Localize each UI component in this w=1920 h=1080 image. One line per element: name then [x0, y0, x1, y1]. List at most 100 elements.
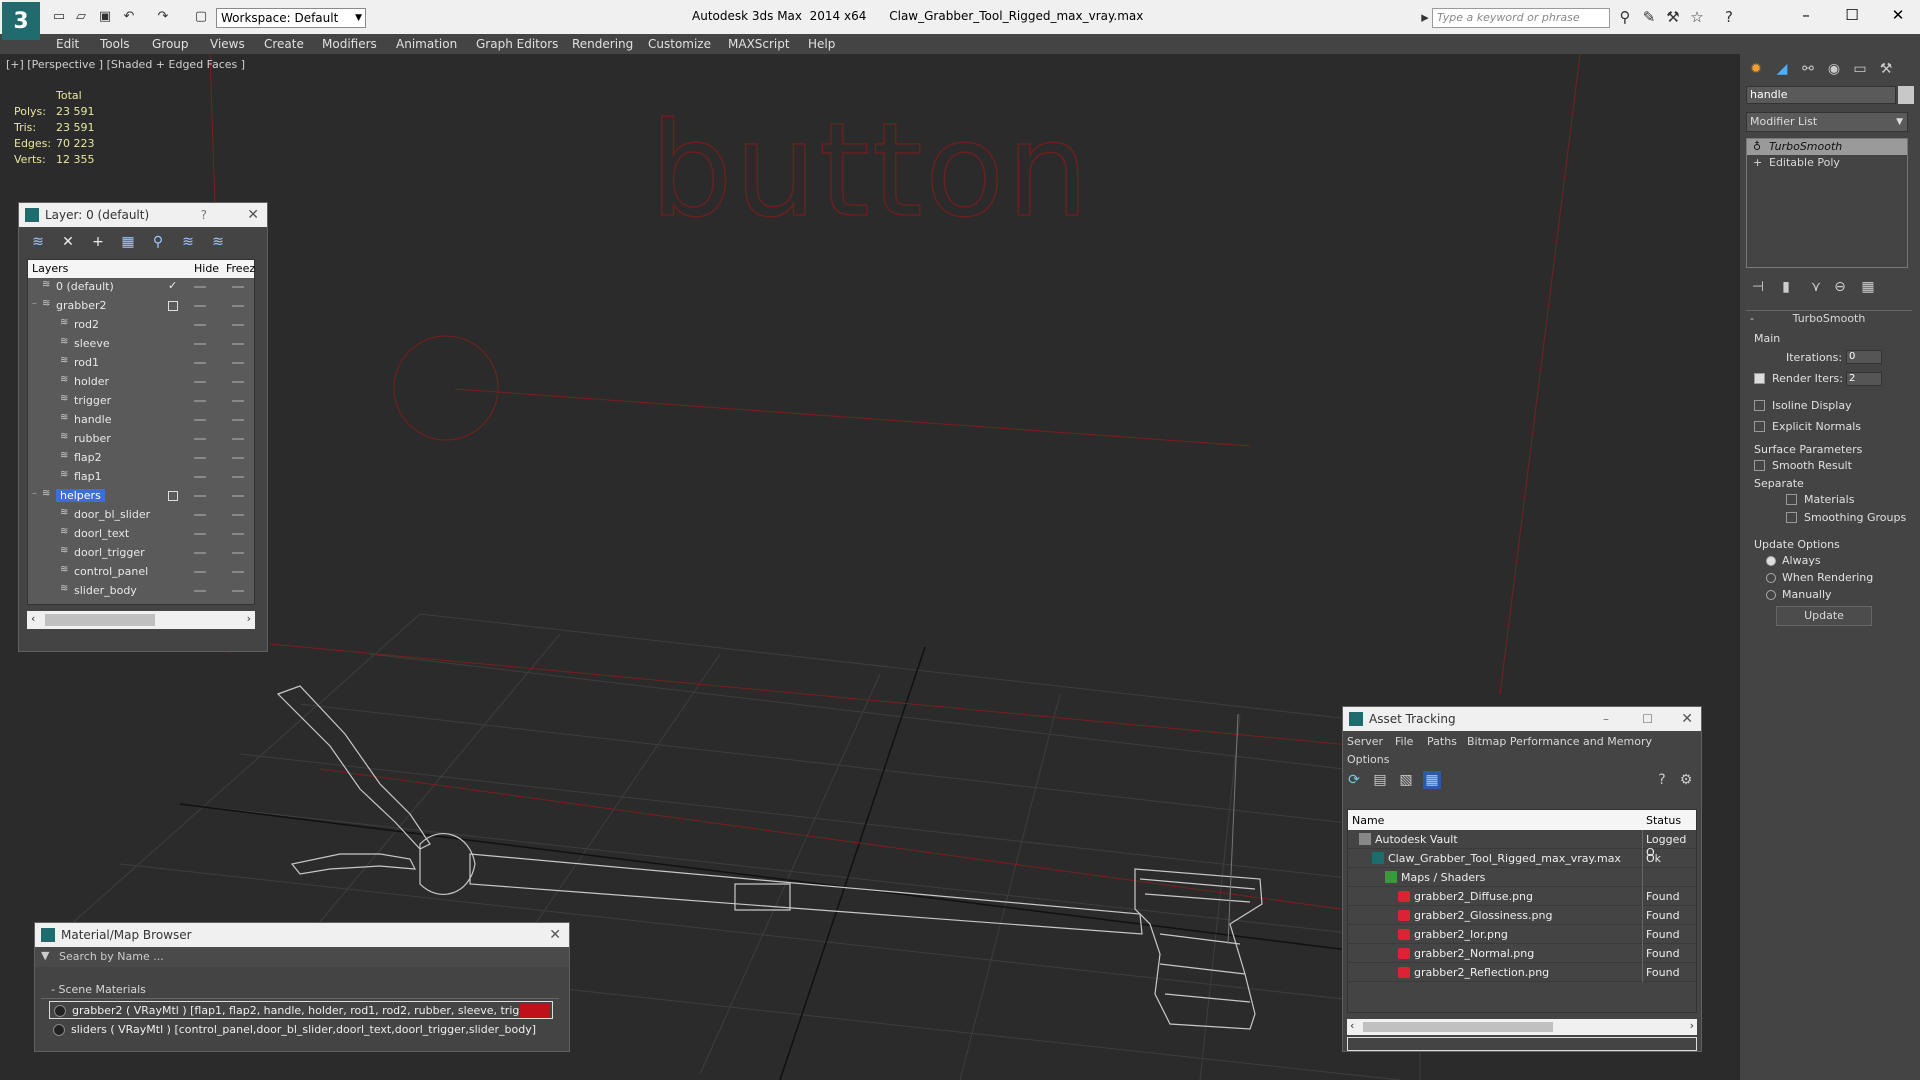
new-file-icon[interactable]: ▭: [50, 8, 68, 26]
close-icon[interactable]: ✕: [1681, 707, 1693, 731]
menu-graph-editors[interactable]: Graph Editors: [476, 34, 558, 54]
asset-row[interactable]: grabber2_Glossiness.png Found: [1348, 906, 1696, 925]
list-view-icon[interactable]: ▤: [1371, 771, 1389, 789]
layer-row[interactable]: ≋ flap2: [28, 449, 254, 468]
hide-toggle[interactable]: [194, 495, 206, 497]
menu-bitmap-performance[interactable]: Bitmap Performance and Memory: [1467, 735, 1652, 748]
column-status[interactable]: Status: [1646, 814, 1681, 827]
layer-row[interactable]: ≋ flap1: [28, 468, 254, 487]
column-layers[interactable]: Layers: [32, 262, 68, 275]
layer-row[interactable]: ≋ handle: [28, 411, 254, 430]
freeze-toggle[interactable]: [232, 590, 244, 592]
menu-maxscript[interactable]: MAXScript: [728, 34, 790, 54]
delete-layer-icon[interactable]: ✕: [59, 233, 77, 251]
hide-toggle[interactable]: [194, 476, 206, 478]
freeze-toggle[interactable]: [232, 533, 244, 535]
modify-tab-icon[interactable]: ◢: [1770, 58, 1794, 80]
modifier-stack[interactable]: ♁ TurboSmooth + Editable Poly: [1746, 138, 1908, 268]
layer-row[interactable]: – ≋ grabber2: [28, 297, 254, 316]
always-radio[interactable]: [1766, 556, 1776, 566]
freeze-toggle[interactable]: [232, 476, 244, 478]
hide-toggle[interactable]: [194, 400, 206, 402]
utilities-tab-icon[interactable]: ⚒: [1874, 58, 1898, 80]
hide-toggle[interactable]: [194, 571, 206, 573]
menu-views[interactable]: Views: [210, 34, 245, 54]
freeze-toggle[interactable]: [232, 457, 244, 459]
hierarchy-tab-icon[interactable]: ⚯: [1796, 58, 1820, 80]
layer-panel-titlebar[interactable]: Layer: 0 (default) ? ✕: [19, 203, 267, 227]
close-icon[interactable]: ✕: [247, 203, 259, 227]
hide-toggle[interactable]: [194, 590, 206, 592]
add-to-layer-icon[interactable]: +: [89, 233, 107, 251]
hide-toggle[interactable]: [194, 533, 206, 535]
object-color-swatch[interactable]: [1898, 86, 1914, 104]
layer-row[interactable]: ≋ sleeve: [28, 335, 254, 354]
modifier-list-dropdown[interactable]: Modifier List ▼: [1746, 112, 1908, 132]
when-rendering-radio[interactable]: [1766, 573, 1776, 583]
configure-sets-icon[interactable]: ▦: [1856, 276, 1880, 298]
menu-animation[interactable]: Animation: [396, 34, 457, 54]
freeze-toggle[interactable]: [232, 343, 244, 345]
help-icon[interactable]: ?: [201, 203, 207, 227]
freeze-toggle[interactable]: [232, 324, 244, 326]
keyword-search-input[interactable]: Type a keyword or phrase: [1432, 8, 1610, 28]
column-hide[interactable]: Hide: [194, 262, 219, 275]
menu-rendering[interactable]: Rendering: [572, 34, 633, 54]
menu-modifiers[interactable]: Modifiers: [322, 34, 377, 54]
layer-row[interactable]: ≋ doorl_trigger: [28, 544, 254, 563]
hide-toggle[interactable]: [194, 362, 206, 364]
layer-row[interactable]: ≋ rod1: [28, 354, 254, 373]
menu-options[interactable]: Options: [1347, 753, 1389, 766]
help-icon[interactable]: ?: [1720, 8, 1738, 26]
lightbulb-icon[interactable]: ♁: [1753, 139, 1761, 155]
collapse-icon[interactable]: –: [32, 488, 37, 499]
layer-row[interactable]: – ≋ helpers: [28, 487, 254, 506]
undo-icon[interactable]: ↶: [120, 8, 138, 26]
motion-tab-icon[interactable]: ◉: [1822, 58, 1846, 80]
active-layer-check-icon[interactable]: ✓: [168, 279, 177, 292]
menu-group[interactable]: Group: [152, 34, 189, 54]
hide-toggle[interactable]: [194, 286, 206, 288]
maximize-icon[interactable]: ☐: [1642, 707, 1653, 731]
menu-edit[interactable]: Edit: [56, 34, 79, 54]
freeze-toggle[interactable]: [232, 305, 244, 307]
smoothing-groups-checkbox[interactable]: [1786, 512, 1797, 523]
asset-row[interactable]: grabber2_Diffuse.png Found: [1348, 887, 1696, 906]
asset-row[interactable]: grabber2_Reflection.png Found: [1348, 963, 1696, 982]
scroll-right-icon[interactable]: ›: [1690, 1019, 1694, 1032]
freeze-toggle[interactable]: [232, 362, 244, 364]
menu-create[interactable]: Create: [264, 34, 304, 54]
hide-toggle[interactable]: [194, 514, 206, 516]
freeze-all-icon[interactable]: ≋: [209, 233, 227, 251]
viewport-label[interactable]: [+] [Perspective ] [Shaded + Edged Faces…: [6, 58, 245, 71]
workspace-dropdown[interactable]: Workspace: Default ▼: [216, 8, 366, 28]
hide-all-icon[interactable]: ≋: [179, 233, 197, 251]
layer-row[interactable]: ≋ door_bl_slider: [28, 506, 254, 525]
column-name[interactable]: Name: [1352, 814, 1384, 827]
show-end-result-icon[interactable]: ▮: [1774, 276, 1798, 298]
hide-toggle[interactable]: [194, 438, 206, 440]
asset-row[interactable]: Autodesk Vault Logged O: [1348, 830, 1696, 859]
layer-row[interactable]: ≋ control_panel: [28, 563, 254, 582]
hide-toggle[interactable]: [194, 305, 206, 307]
explicit-normals-checkbox[interactable]: [1754, 421, 1765, 432]
asset-row[interactable]: Maps / Shaders: [1348, 868, 1696, 887]
layer-row[interactable]: ≋ slider_body: [28, 582, 254, 601]
expand-plus-icon[interactable]: +: [1753, 155, 1762, 171]
pin-stack-icon[interactable]: ⊣: [1746, 276, 1770, 298]
stack-item-editable-poly[interactable]: + Editable Poly: [1747, 155, 1907, 171]
hide-toggle[interactable]: [194, 552, 206, 554]
layer-row[interactable]: ≋ rod2: [28, 316, 254, 335]
column-freeze[interactable]: Freeze: [226, 262, 256, 275]
remove-modifier-icon[interactable]: ⊖: [1828, 276, 1852, 298]
materials-checkbox[interactable]: [1786, 494, 1797, 505]
menu-tools[interactable]: Tools: [100, 34, 130, 54]
asset-row[interactable]: grabber2_Normal.png Found: [1348, 944, 1696, 963]
table-view-icon[interactable]: ▦: [1423, 771, 1441, 789]
select-objects-icon[interactable]: ▦: [119, 233, 137, 251]
hide-toggle[interactable]: [194, 457, 206, 459]
material-search-bar[interactable]: ▼ Search by Name ...: [35, 947, 569, 967]
binoculars-icon[interactable]: ⚲: [1616, 8, 1634, 26]
menu-help[interactable]: Help: [808, 34, 835, 54]
display-tab-icon[interactable]: ▭: [1848, 58, 1872, 80]
